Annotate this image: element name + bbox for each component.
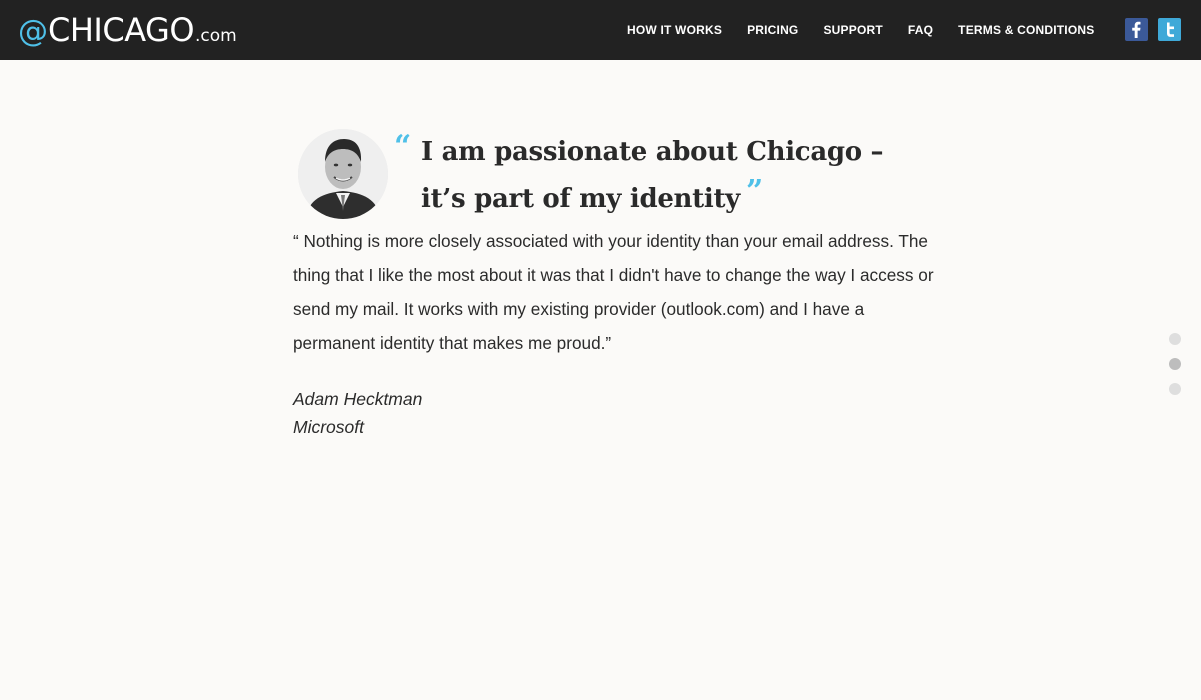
twitter-glyph [1167,22,1174,37]
headline-line-2-text: it’s part of my identity [421,184,740,214]
testimonial-author: Adam Hecktman Microsoft [293,385,422,441]
facebook-icon[interactable] [1125,18,1148,41]
author-company: Microsoft [293,417,364,437]
testimonial-body: “ Nothing is more closely associated wit… [293,231,934,353]
nav-how-it-works[interactable]: HOW IT WORKS [627,23,722,38]
open-quote-mark: “ [394,129,412,164]
nav-pricing[interactable]: PRICING [747,23,798,38]
social-links [1125,18,1181,41]
headline-line-2: it’s part of my identity” [394,174,883,222]
slider-dot-2[interactable] [1169,358,1181,370]
headline-line-1: I am passionate about Chicago – [421,137,884,167]
slider-dot-3[interactable] [1169,383,1181,395]
facebook-glyph [1132,21,1141,38]
logo-wordmark: CHICAGO [48,11,195,49]
nav-faq[interactable]: FAQ [908,23,933,38]
slider-pagination [1169,333,1181,395]
nav-terms[interactable]: TERMS & CONDITIONS [958,23,1094,38]
logo-at-symbol: @ [18,14,48,49]
author-portrait [298,129,388,219]
slider-dot-1[interactable] [1169,333,1181,345]
logo-domain: .com [195,26,237,46]
close-quote-mark: ” [745,174,763,209]
twitter-icon[interactable] [1158,18,1181,41]
author-avatar [298,129,388,219]
testimonial-headline: “ I am passionate about Chicago – it’s p… [394,129,884,222]
site-header: @ CHICAGO .com HOW IT WORKS PRICING SUPP… [0,0,1201,60]
site-logo[interactable]: @ CHICAGO .com [18,11,237,49]
nav-support[interactable]: SUPPORT [823,23,882,38]
main-nav: HOW IT WORKS PRICING SUPPORT FAQ TERMS &… [627,23,1094,38]
author-name: Adam Hecktman [293,389,423,409]
